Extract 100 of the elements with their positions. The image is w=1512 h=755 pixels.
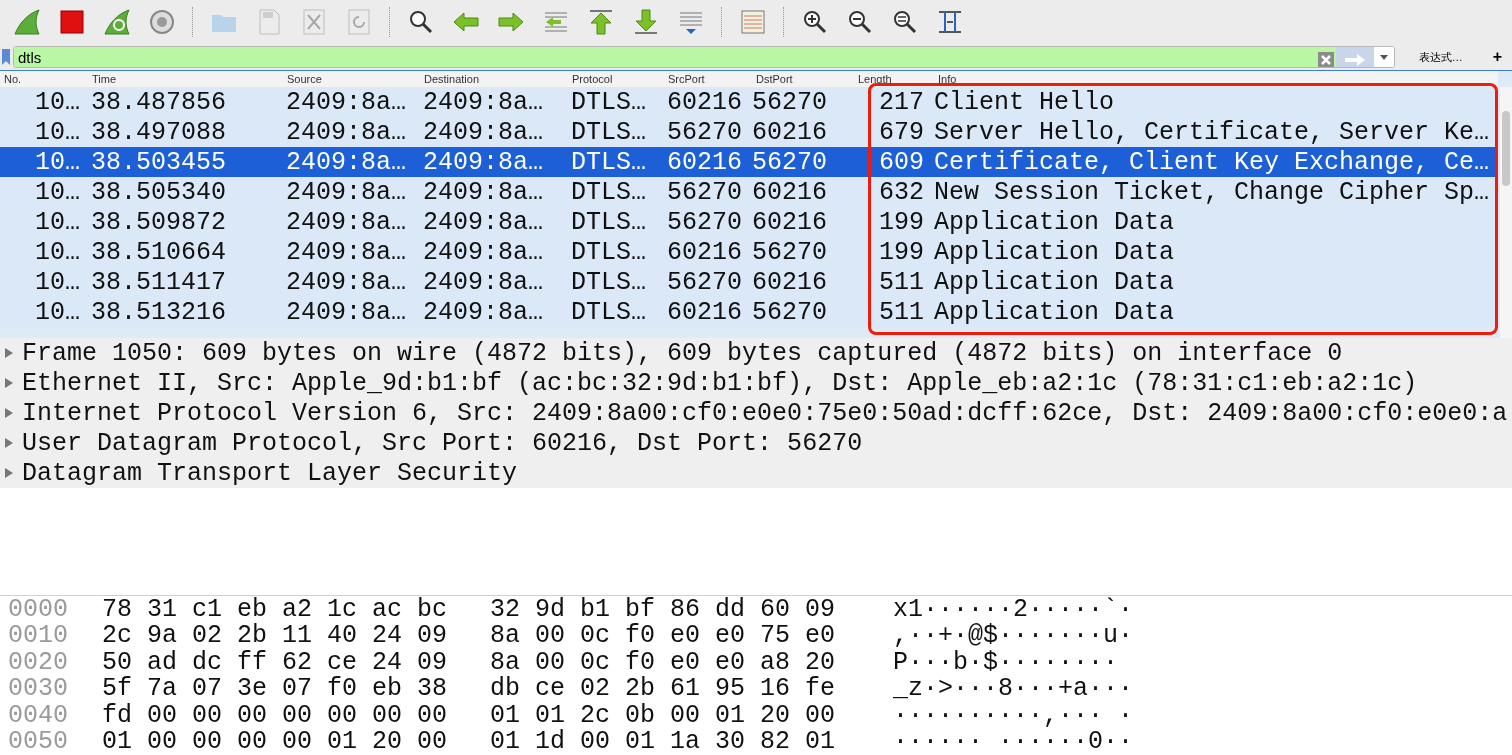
table-cell: 2409:8a… [423,147,544,177]
table-cell: DTLS… [571,177,646,207]
table-cell: 511 [879,297,924,327]
byte-offset: 0020 [7,649,69,675]
hex-bytes: 01 01 2c 0b 00 01 20 00 [490,702,837,728]
table-cell: Certificate, Client Key Exchange, Ce… [934,147,1490,177]
column-header[interactable]: Source [283,73,420,85]
ascii-text: _z·>···8···+a··· [893,676,1134,702]
table-cell: 2409:8a… [286,237,407,267]
right-arrow-icon [1343,53,1366,66]
tree-item[interactable]: Ethernet II, Src: Apple_9d:b1:bf (ac:bc:32:9d:b1:bf), Dst: Apple_eb:a2:1c (78:31:c1:eb:a2:1c) [22,368,1418,398]
expand-arrow-icon[interactable] [4,467,14,479]
bookmark-icon[interactable] [2,49,10,65]
dropdown-button[interactable] [1373,47,1394,67]
packet-row[interactable]: 10… 38.513216 2409:8a… 2409:8a… DTLS… 60216 56270 511 Application Data [0,297,1498,327]
column-header[interactable]: No. [0,73,88,85]
clear-icon[interactable] [1315,47,1336,67]
table-cell: 2409:8a… [423,267,544,297]
table-cell: 10… [35,267,80,297]
expression-button[interactable]: 表达式… [1394,49,1483,65]
byte-offset: 0040 [7,702,69,728]
table-cell: 199 [879,207,924,237]
table-cell: 38.487856 [91,87,227,117]
hex-bytes: 01 1d 00 01 1a 30 82 01 [490,729,837,755]
table-cell: 10… [35,117,80,147]
packet-row[interactable]: 10… 38.487856 2409:8a… 2409:8a… DTLS… 60216 56270 217 Client Hello [0,87,1498,117]
packet-row[interactable]: 10… 38.510664 2409:8a… 2409:8a… DTLS… 60216 56270 199 Application Data [0,237,1498,267]
tree-item[interactable]: Datagram Transport Layer Security [22,458,518,488]
table-cell: Application Data [934,237,1175,267]
table-cell: 38.503455 [91,147,227,177]
table-cell: Application Data [934,207,1175,237]
table-cell: 60216 [752,177,827,207]
display-filter-field[interactable]: dtls [13,46,1395,68]
table-cell: 56270 [752,147,827,177]
hex-bytes: 78 31 c1 eb a2 1c ac bc [102,596,449,622]
hex-bytes: 2c 9a 02 2b 11 40 24 09 [102,623,449,649]
table-cell: New Session Ticket, Change Cipher Sp… [934,177,1490,207]
table-cell: 56270 [667,267,742,297]
table-cell: 56270 [667,117,742,147]
column-header[interactable]: SrcPort [664,73,752,85]
packet-row[interactable]: 10… 38.511417 2409:8a… 2409:8a… DTLS… 56270 60216 511 Application Data [0,267,1498,297]
table-cell: 2409:8a… [423,207,544,237]
ascii-text: ··········,··· · [893,702,1134,728]
packet-row[interactable]: 10… 38.497088 2409:8a… 2409:8a… DTLS… 56270 60216 679 Server Hello, Certificate, Server Ke… [0,117,1498,147]
tree-item[interactable]: Frame 1050: 609 bytes on wire (4872 bits), 609 bytes captured (4872 bits) on interface 0 [22,338,1343,368]
hex-bytes: 8a 00 0c f0 e0 e0 75 e0 [490,623,837,649]
expand-arrow-icon[interactable] [4,377,14,389]
table-cell: DTLS… [571,117,646,147]
table-cell: 2409:8a… [286,147,407,177]
table-cell: 2409:8a… [286,207,407,237]
hex-bytes: 32 9d b1 bf 86 dd 60 09 [490,596,837,622]
byte-offset: 0050 [7,729,69,755]
packet-row[interactable]: 10… 38.509872 2409:8a… 2409:8a… DTLS… 56270 60216 199 Application Data [0,207,1498,237]
packet-row[interactable]: 10… 38.503455 2409:8a… 2409:8a… DTLS… 60216 56270 609 Certificate, Client Key Exchange, Ce… [0,147,1498,177]
table-cell: 632 [879,177,924,207]
table-cell: 217 [879,87,924,117]
tree-item[interactable]: User Datagram Protocol, Src Port: 60216, Dst Port: 56270 [22,428,863,458]
table-cell: Client Hello [934,87,1115,117]
ascii-text: ,··+·@$·······u· [893,623,1134,649]
hex-bytes: fd 00 00 00 00 00 00 00 [102,702,449,728]
expand-arrow-icon[interactable] [4,347,14,359]
table-cell: 60216 [667,147,742,177]
expand-arrow-icon[interactable] [4,407,14,419]
add-filter-button[interactable]: + [1482,48,1512,66]
table-cell: 60216 [752,207,827,237]
table-cell: 2409:8a… [423,117,544,147]
table-cell: 511 [879,267,924,297]
hex-bytes: db ce 02 2b 61 95 16 fe [490,676,837,702]
table-cell: DTLS… [571,87,646,117]
byte-offset: 0000 [7,596,69,622]
tree-item[interactable]: Internet Protocol Version 6, Src: 2409:8a00:cf0:e0e0:75e0:50ad:dcff:62ce, Dst: 2409:8a00:cf0:e0e0:a [22,398,1508,428]
hex-bytes: 50 ad dc ff 62 ce 24 09 [102,649,449,675]
table-cell: 38.510664 [91,237,227,267]
table-cell: 609 [879,147,924,177]
table-cell: 60216 [752,117,827,147]
caret-icon [1379,55,1388,61]
table-cell: 2409:8a… [286,177,407,207]
column-header[interactable]: Info [934,73,1512,85]
column-header[interactable]: DstPort [752,73,854,85]
table-cell: 2409:8a… [286,87,407,117]
column-header[interactable]: Protocol [568,73,664,85]
expand-arrow-icon[interactable] [4,437,14,449]
table-cell: 56270 [752,297,827,327]
table-cell: 2409:8a… [286,297,407,327]
column-header[interactable]: Time [88,73,283,85]
table-cell: 10… [35,207,80,237]
table-cell: 60216 [667,297,742,327]
table-cell: 38.497088 [91,117,227,147]
table-cell: 60216 [667,237,742,267]
table-cell: 10… [35,237,80,267]
column-header[interactable]: Length [854,73,934,85]
hex-bytes: 5f 7a 07 3e 07 f0 eb 38 [102,676,449,702]
table-cell: 38.513216 [91,297,227,327]
table-cell: 2409:8a… [423,177,544,207]
hex-bytes: 01 00 00 00 00 01 20 00 [102,729,449,755]
table-cell: 10… [35,297,80,327]
table-cell: 10… [35,147,80,177]
column-header[interactable]: Destination [420,73,568,85]
scrollbar[interactable] [1500,87,1512,338]
packet-row[interactable]: 10… 38.505340 2409:8a… 2409:8a… DTLS… 56270 60216 632 New Session Ticket, Change Cipher Sp… [0,177,1498,207]
